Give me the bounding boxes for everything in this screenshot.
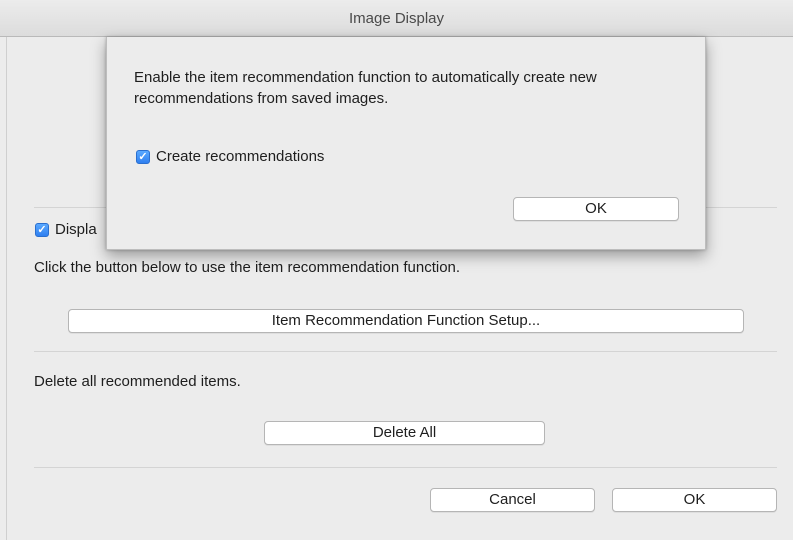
sheet-ok-button[interactable]: OK bbox=[513, 197, 679, 221]
delete-text: Delete all recommended items. bbox=[34, 373, 241, 390]
item-recommendation-setup-button[interactable]: Item Recommendation Function Setup... bbox=[68, 309, 744, 333]
window-left-border bbox=[6, 37, 7, 540]
sheet-message: Enable the item recommendation function … bbox=[134, 69, 597, 107]
create-recommendations-label: Create recommendations bbox=[156, 148, 325, 165]
checkmark-icon: ✓ bbox=[37, 224, 47, 236]
display-checkbox[interactable]: ✓ bbox=[35, 223, 49, 237]
create-recommendations-checkbox[interactable]: ✓ bbox=[136, 150, 150, 164]
separator-bottom bbox=[34, 467, 777, 468]
instruction-text: Click the button below to use the item r… bbox=[34, 259, 461, 276]
window-title: Image Display bbox=[0, 0, 793, 37]
delete-all-button[interactable]: Delete All bbox=[264, 421, 545, 445]
recommendation-sheet-dialog: Enable the item recommendation function … bbox=[106, 37, 706, 250]
ok-button[interactable]: OK bbox=[612, 488, 777, 512]
separator-middle bbox=[34, 351, 777, 352]
image-display-window: Image Display ✓ Displa Click the button … bbox=[0, 0, 793, 540]
cancel-button[interactable]: Cancel bbox=[430, 488, 595, 512]
checkmark-icon: ✓ bbox=[138, 151, 148, 163]
display-checkbox-label: Displa bbox=[55, 221, 97, 238]
